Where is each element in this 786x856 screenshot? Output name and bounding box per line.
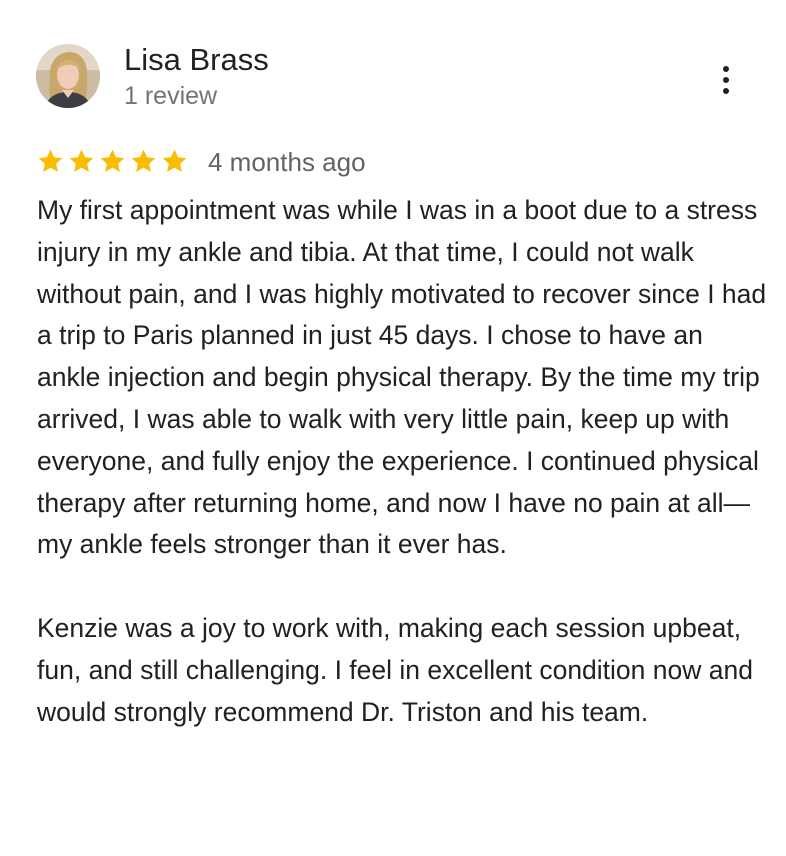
review-date: 4 months ago	[208, 147, 366, 177]
star-icon	[69, 149, 94, 172]
star-icon	[162, 149, 187, 172]
review-paragraph: Kenzie was a joy to work with, making ea…	[37, 612, 753, 727]
star-rating	[36, 147, 189, 177]
star-icon	[100, 149, 125, 172]
star-icon	[131, 149, 156, 172]
avatar-photo	[36, 44, 100, 108]
more-vert-icon-dot	[723, 88, 729, 94]
review-text: My first appointment was while I was in …	[37, 190, 767, 733]
more-vert-icon-dot	[723, 77, 729, 83]
more-options-button[interactable]	[706, 58, 746, 102]
star-icon	[38, 149, 63, 172]
avatar[interactable]	[36, 44, 100, 108]
reviewer-name[interactable]: Lisa Brass	[124, 41, 269, 79]
review-card: Lisa Brass 1 review 4 months ago My firs…	[0, 0, 786, 856]
reviewer-review-count: 1 review	[124, 82, 218, 110]
more-vert-icon	[723, 66, 729, 72]
review-paragraph: My first appointment was while I was in …	[37, 195, 767, 560]
